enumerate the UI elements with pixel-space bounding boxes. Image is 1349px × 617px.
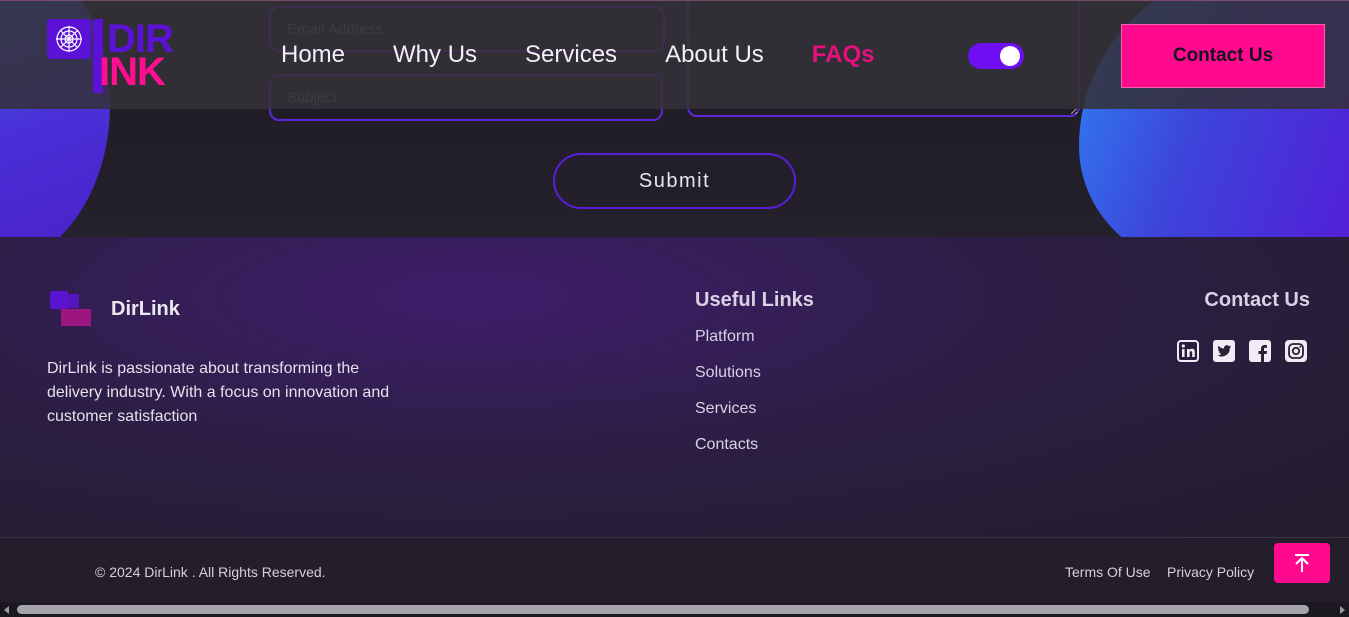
footer-bottom-bar: © 2024 DirLink . All Rights Reserved. Te… [0, 537, 1349, 602]
link-solutions[interactable]: Solutions [695, 364, 761, 381]
link-services[interactable]: Services [695, 400, 756, 417]
list-item: Solutions [695, 364, 761, 400]
nav-home[interactable]: Home [281, 39, 345, 71]
footer-logo-icon [47, 289, 93, 329]
theme-toggle[interactable] [968, 43, 1024, 69]
nav-faqs[interactable]: FAQs [812, 39, 875, 71]
link-platform[interactable]: Platform [695, 328, 755, 345]
scrollbar-thumb[interactable] [17, 605, 1309, 614]
main-nav: Home Why Us Services About Us FAQs [281, 39, 874, 71]
list-item: Contacts [695, 436, 761, 472]
link-contacts[interactable]: Contacts [695, 436, 758, 453]
nav-services[interactable]: Services [525, 39, 617, 71]
scroll-left-arrow-icon[interactable] [4, 606, 9, 614]
toggle-knob [1000, 46, 1020, 66]
submit-button[interactable]: Submit [553, 153, 796, 209]
social-links [1177, 340, 1307, 362]
copyright-text: © 2024 DirLink . All Rights Reserved. [95, 564, 326, 580]
footer-contact-title: Contact Us [1204, 289, 1310, 311]
scroll-to-top-button[interactable] [1274, 543, 1330, 583]
twitter-icon[interactable] [1213, 340, 1235, 362]
footer-about-text: DirLink is passionate about transforming… [47, 360, 390, 425]
contact-us-button[interactable]: Contact Us [1121, 24, 1325, 88]
list-item: Platform [695, 328, 761, 364]
spider-web-icon [47, 19, 91, 59]
site-footer: DirLink DirLink is passionate about tran… [0, 237, 1349, 537]
linkedin-icon[interactable] [1177, 340, 1199, 362]
nav-why-us[interactable]: Why Us [393, 39, 477, 71]
dirlink-logo[interactable]: DIR INK [47, 19, 189, 93]
useful-links-title: Useful Links [695, 289, 814, 311]
list-item: Services [695, 400, 761, 436]
terms-of-use-link[interactable]: Terms Of Use [1065, 564, 1151, 580]
arrow-up-to-top-icon [1295, 554, 1309, 572]
logo-text-bottom: INK [99, 50, 166, 94]
footer-brand: DirLink [47, 289, 180, 329]
footer-brand-name: DirLink [111, 297, 180, 320]
facebook-icon[interactable] [1249, 340, 1271, 362]
horizontal-scrollbar[interactable] [0, 602, 1349, 617]
scroll-right-arrow-icon[interactable] [1340, 606, 1345, 614]
instagram-icon[interactable] [1285, 340, 1307, 362]
privacy-policy-link[interactable]: Privacy Policy [1167, 564, 1254, 580]
nav-about-us[interactable]: About Us [665, 39, 764, 71]
site-header: DIR INK Home Why Us Services About Us FA… [0, 0, 1349, 109]
useful-links-list: Platform Solutions Services Contacts [695, 328, 761, 472]
